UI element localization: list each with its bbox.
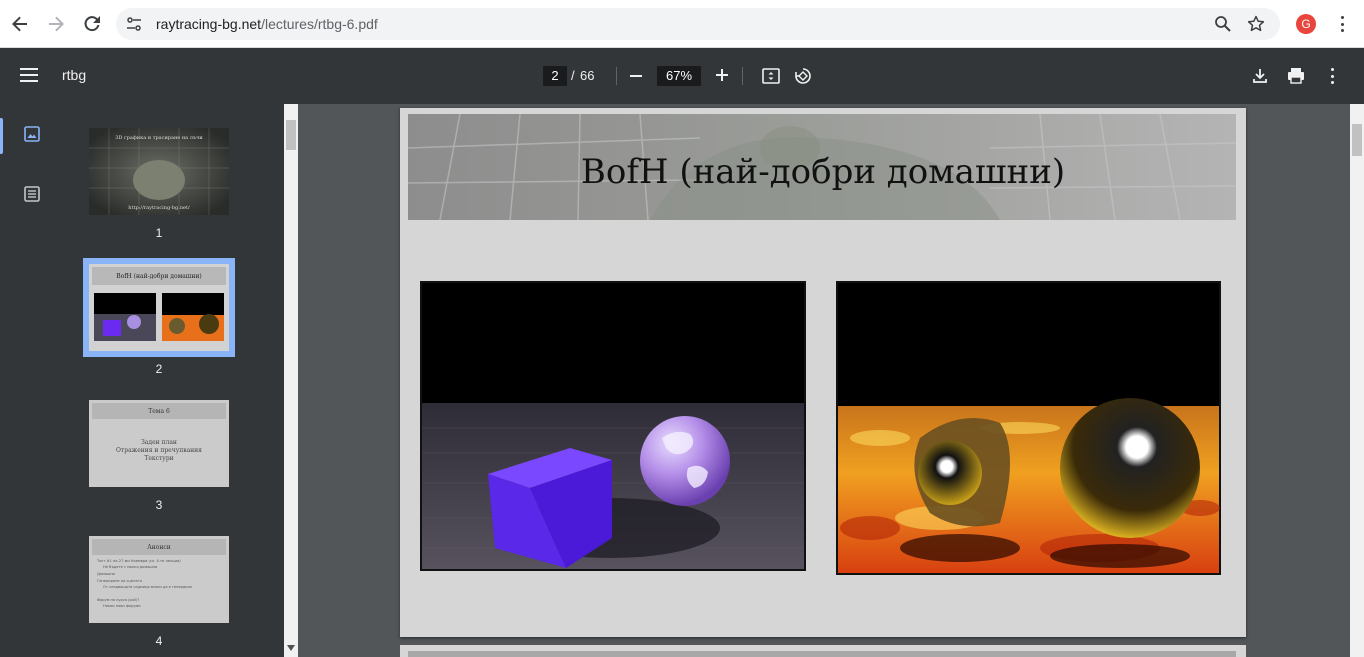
fit-to-page-icon[interactable] — [761, 66, 781, 86]
arrow-right-icon — [49, 16, 64, 32]
viewer-scroll-thumb[interactable] — [1352, 124, 1362, 156]
pdf-page-2: BofH (най-добри домашни) — [400, 108, 1246, 637]
forward-button[interactable] — [42, 10, 70, 38]
thumbnail-page-1[interactable]: 3D графика и трасиране на лъчи http://ra… — [89, 128, 229, 215]
url-text[interactable]: raytracing-bg.net/lectures/rtbg-6.pdf — [156, 16, 378, 32]
pdf-page-3-preview — [400, 645, 1246, 657]
print-icon[interactable] — [1286, 66, 1306, 86]
toolbar-divider — [616, 67, 617, 85]
arrow-left-icon — [12, 16, 27, 32]
bookmark-star-icon[interactable] — [1247, 15, 1265, 33]
zoom-level-input[interactable]: 67% — [657, 66, 701, 86]
thumbnail-image: 3D графика и трасиране на лъчи http://ra… — [89, 128, 229, 215]
document-title: rtbg — [62, 67, 87, 83]
url-host: raytracing-bg.net — [156, 16, 262, 32]
back-button[interactable] — [6, 10, 34, 38]
thumb-4-line-2: Не бъдете с малко домашни — [103, 565, 158, 569]
url-path: /lectures/rtbg-6.pdf — [261, 16, 378, 32]
slide-title: BofH (най-добри домашни) — [580, 152, 1066, 192]
zoom-out-button[interactable] — [630, 75, 642, 77]
document-outline-icon[interactable] — [23, 185, 41, 203]
pdf-sidebar: 3D графика и трасиране на лъчи http://ra… — [0, 104, 284, 657]
active-indicator — [0, 118, 3, 154]
thumb-4-line-3: Домашни — [97, 572, 116, 576]
thumb-4-title: Анонси — [147, 544, 171, 551]
thumb-4-line-1: Тест #1 на 27-ми Ноември (сл. 4-те лекци… — [96, 559, 181, 563]
thumbnail-image: Анонси Тест #1 на 27-ми Ноември (сл. 4-т… — [89, 536, 229, 623]
page-total: 66 — [580, 68, 595, 83]
thumbnail-image: BofH (най-добри домашни) — [89, 264, 229, 351]
viewer-scrollbar[interactable] — [1350, 104, 1364, 657]
thumbnail-image: Тема 6 Заден план Отражения и пречупвани… — [89, 400, 229, 487]
address-bar[interactable]: raytracing-bg.net/lectures/rtbg-6.pdf — [116, 8, 1280, 40]
reload-button[interactable] — [78, 10, 106, 38]
thumbnail-page-2[interactable]: BofH (най-добри домашни) — [83, 258, 235, 357]
thumbnail-page-3[interactable]: Тема 6 Заден план Отражения и пречупвани… — [89, 400, 229, 487]
thumbnails-icon[interactable] — [23, 125, 41, 143]
download-icon[interactable] — [1250, 66, 1270, 86]
browser-menu-icon[interactable] — [1340, 16, 1344, 32]
browser-toolbar: raytracing-bg.net/lectures/rtbg-6.pdf G — [0, 0, 1364, 48]
thumb-3-title: Тема 6 — [148, 408, 170, 415]
thumbnail-list: 3D графика и трасиране на лъчи http://ra… — [64, 104, 284, 657]
pdf-viewer[interactable]: BofH (най-добри домашни) — [298, 104, 1350, 657]
page-number-input[interactable]: 2 — [543, 66, 567, 86]
thumb-4-line-4: Генериране на сцената — [97, 579, 142, 583]
thumb-2-title: BofH (най-добри домашни) — [116, 273, 201, 280]
reload-icon — [84, 16, 100, 32]
page-separator: / — [571, 68, 575, 83]
pdf-toolbar: rtbg 2 / 66 67% — [0, 48, 1364, 104]
thumb-4-line-7: Някои нови форуми — [103, 604, 141, 608]
sidebar-rail — [0, 104, 64, 657]
sidebar-scrollbar[interactable] — [284, 104, 298, 657]
thumbnail-page-4[interactable]: Анонси Тест #1 на 27-ми Ноември (сл. 4-т… — [89, 536, 229, 623]
thumbnail-number: 4 — [155, 634, 163, 648]
sidebar-menu-icon[interactable] — [20, 68, 38, 82]
scroll-down-arrow-icon[interactable] — [287, 645, 295, 651]
thumb-3-line-1: Заден план — [141, 439, 177, 446]
site-info-icon[interactable] — [126, 16, 142, 32]
pdf-more-menu-icon[interactable] — [1330, 68, 1334, 84]
sidebar-scroll-thumb[interactable] — [286, 120, 296, 150]
thumb-4-line-6: Форум на курса (poll)? — [97, 598, 139, 602]
toolbar-divider — [742, 67, 743, 85]
zoom-magnifier-icon[interactable] — [1214, 15, 1232, 33]
zoom-in-button[interactable] — [716, 69, 728, 81]
thumbnail-number: 1 — [155, 226, 163, 240]
thumb-3-line-3: Текстури — [144, 455, 173, 462]
thumbnail-number: 2 — [155, 362, 163, 376]
thumb-1-title: 3D графика и трасиране на лъчи — [115, 134, 203, 141]
rotate-icon[interactable] — [793, 66, 813, 86]
thumb-4-line-5: От следващата седмица всеки да е генерир… — [103, 585, 193, 589]
page-3-header — [408, 651, 1236, 657]
thumb-3-line-2: Отражения и пречупвания — [116, 447, 202, 454]
profile-avatar[interactable]: G — [1296, 14, 1316, 34]
thumb-1-url: http://raytracing-bg.net/ — [128, 205, 190, 211]
thumbnail-number: 3 — [155, 498, 163, 512]
